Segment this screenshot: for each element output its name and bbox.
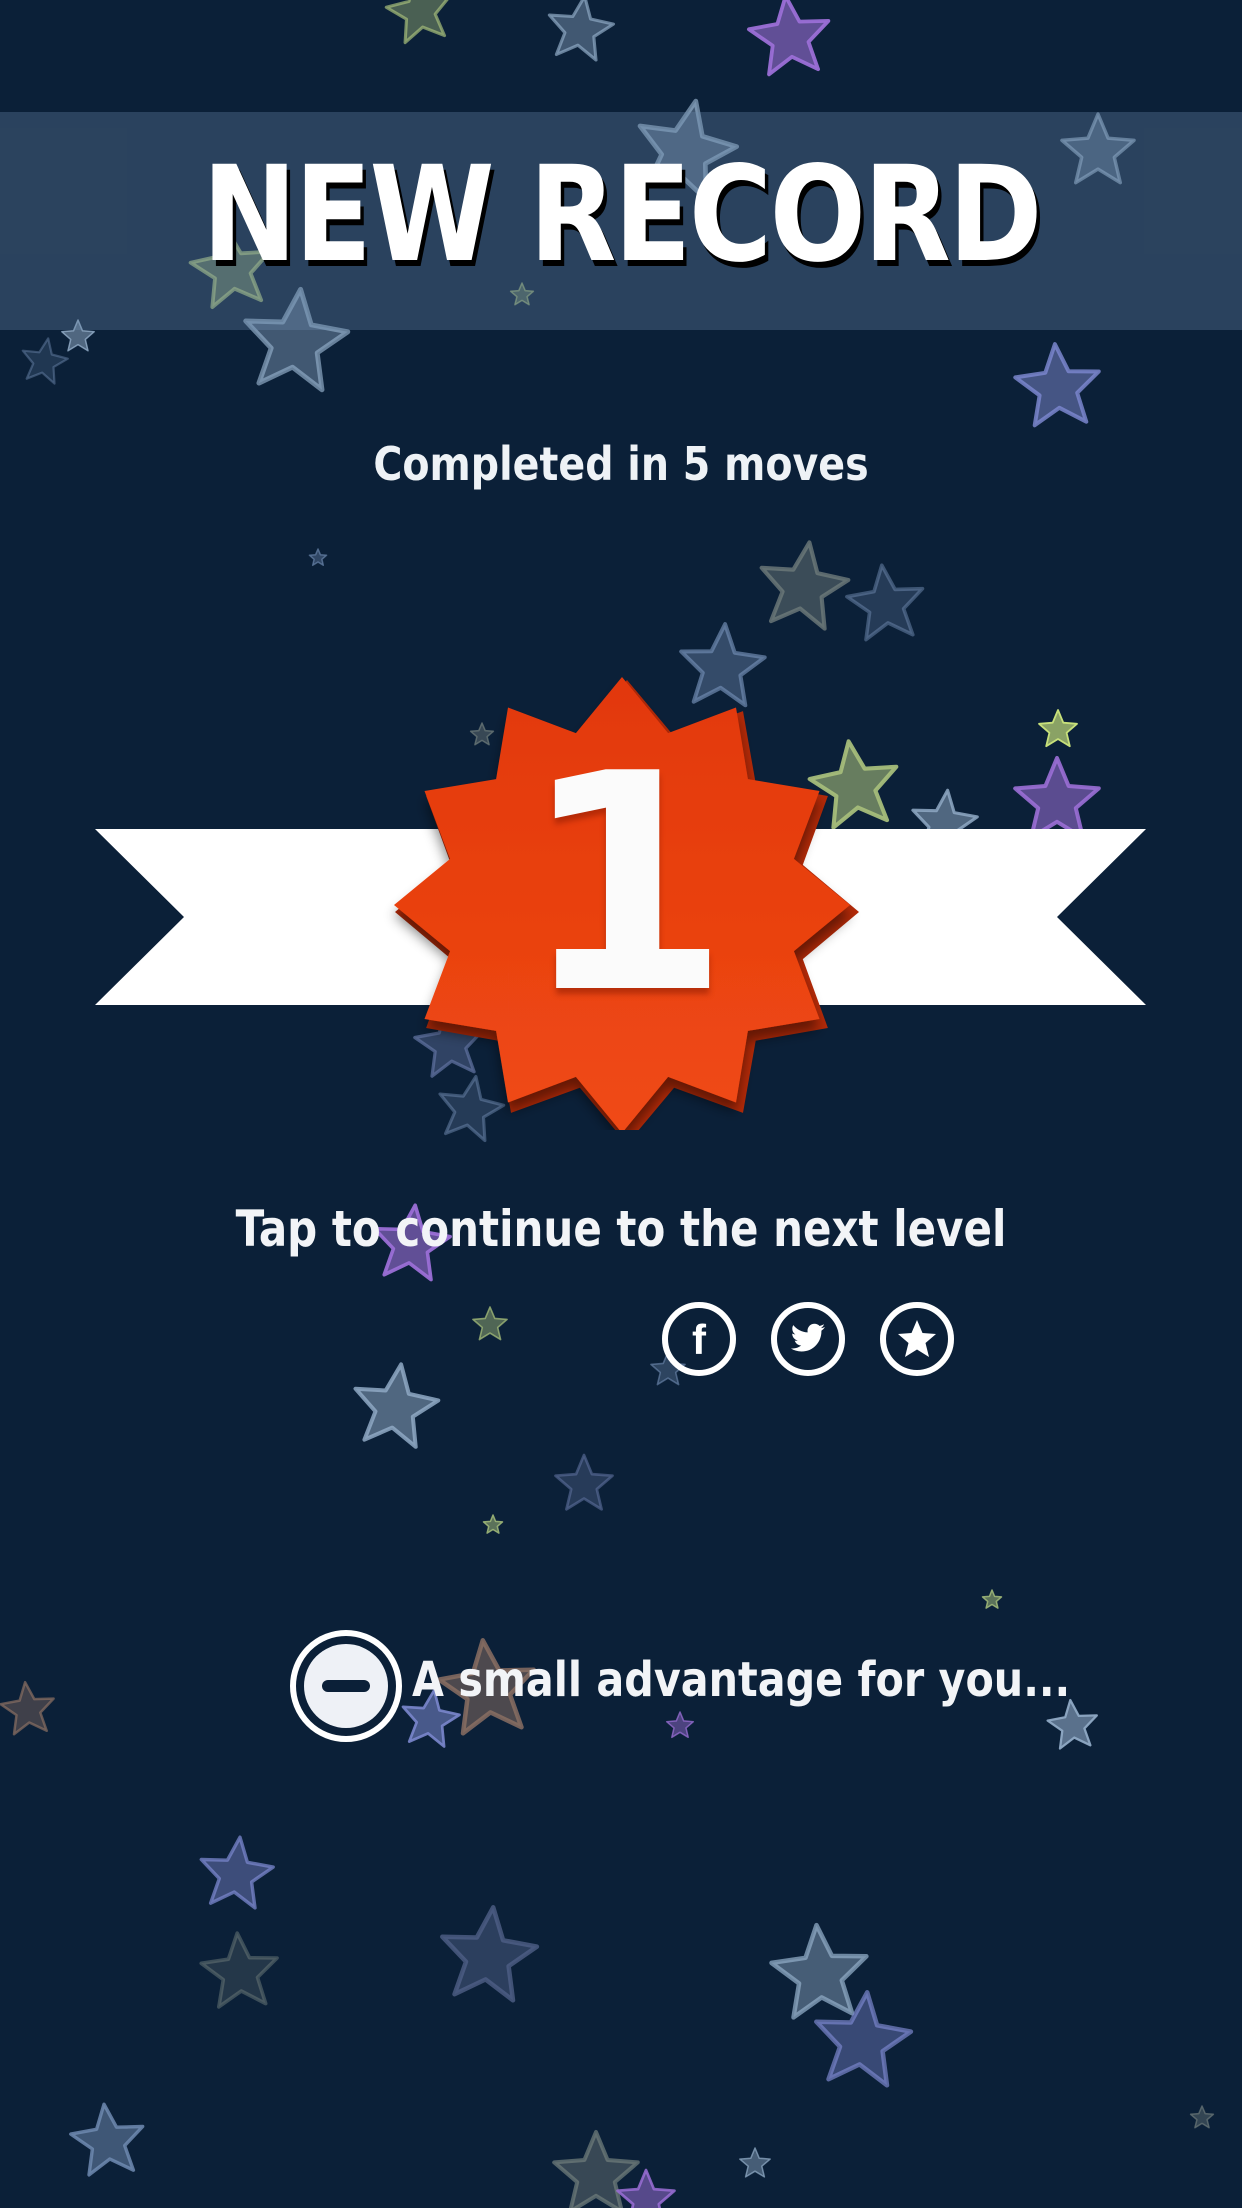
background-star-icon — [69, 2102, 145, 2177]
new-record-title: NEW RECORD — [202, 138, 1042, 292]
facebook-icon: f — [692, 1316, 707, 1363]
facebook-share-button[interactable]: f — [662, 1302, 736, 1376]
background-star-icon — [981, 1589, 1003, 1609]
background-star-icon — [739, 2147, 771, 2178]
rate-star-button[interactable] — [880, 1302, 954, 1376]
background-star-icon — [199, 1931, 279, 2009]
advantage-offer[interactable]: A small advantage for you... — [288, 1628, 1070, 1744]
continue-prompt[interactable]: Tap to continue to the next level — [99, 1200, 1142, 1258]
twitter-share-button[interactable] — [771, 1302, 845, 1376]
background-star-icon — [845, 563, 925, 642]
rank-number: 1 — [521, 710, 730, 1059]
moves-subtitle: Completed in 5 moves — [373, 437, 869, 491]
advantage-label: A small advantage for you... — [412, 1652, 1071, 1708]
background-star-icon — [1189, 2105, 1215, 2129]
background-star-icon — [814, 1990, 914, 2088]
background-star-icon — [199, 1835, 275, 1910]
background-star-icon — [747, 0, 831, 77]
background-star-icon — [21, 337, 69, 385]
twitter-icon — [790, 1323, 825, 1352]
background-star-icon — [769, 1922, 869, 2020]
star-rate-icon — [898, 1320, 936, 1357]
background-star-icon — [554, 1453, 614, 1511]
background-star-icon — [308, 548, 328, 567]
background-star-icon — [1013, 342, 1101, 428]
svg-text:f: f — [692, 1316, 707, 1363]
background-star-icon — [472, 1306, 508, 1341]
background-star-icon — [384, 0, 449, 45]
background-star-icon — [547, 0, 616, 62]
background-star-icon — [616, 2168, 676, 2208]
minus-circle-icon — [290, 1630, 402, 1742]
background-star-icon — [759, 540, 851, 631]
background-star-icon — [482, 1514, 504, 1534]
background-star-icon — [353, 1362, 441, 1449]
background-star-icon — [440, 1905, 540, 2003]
background-star-icon — [0, 1680, 55, 1736]
record-screen[interactable]: NEW RECORD Completed in 5 moves 1 Tap to… — [0, 0, 1242, 2208]
